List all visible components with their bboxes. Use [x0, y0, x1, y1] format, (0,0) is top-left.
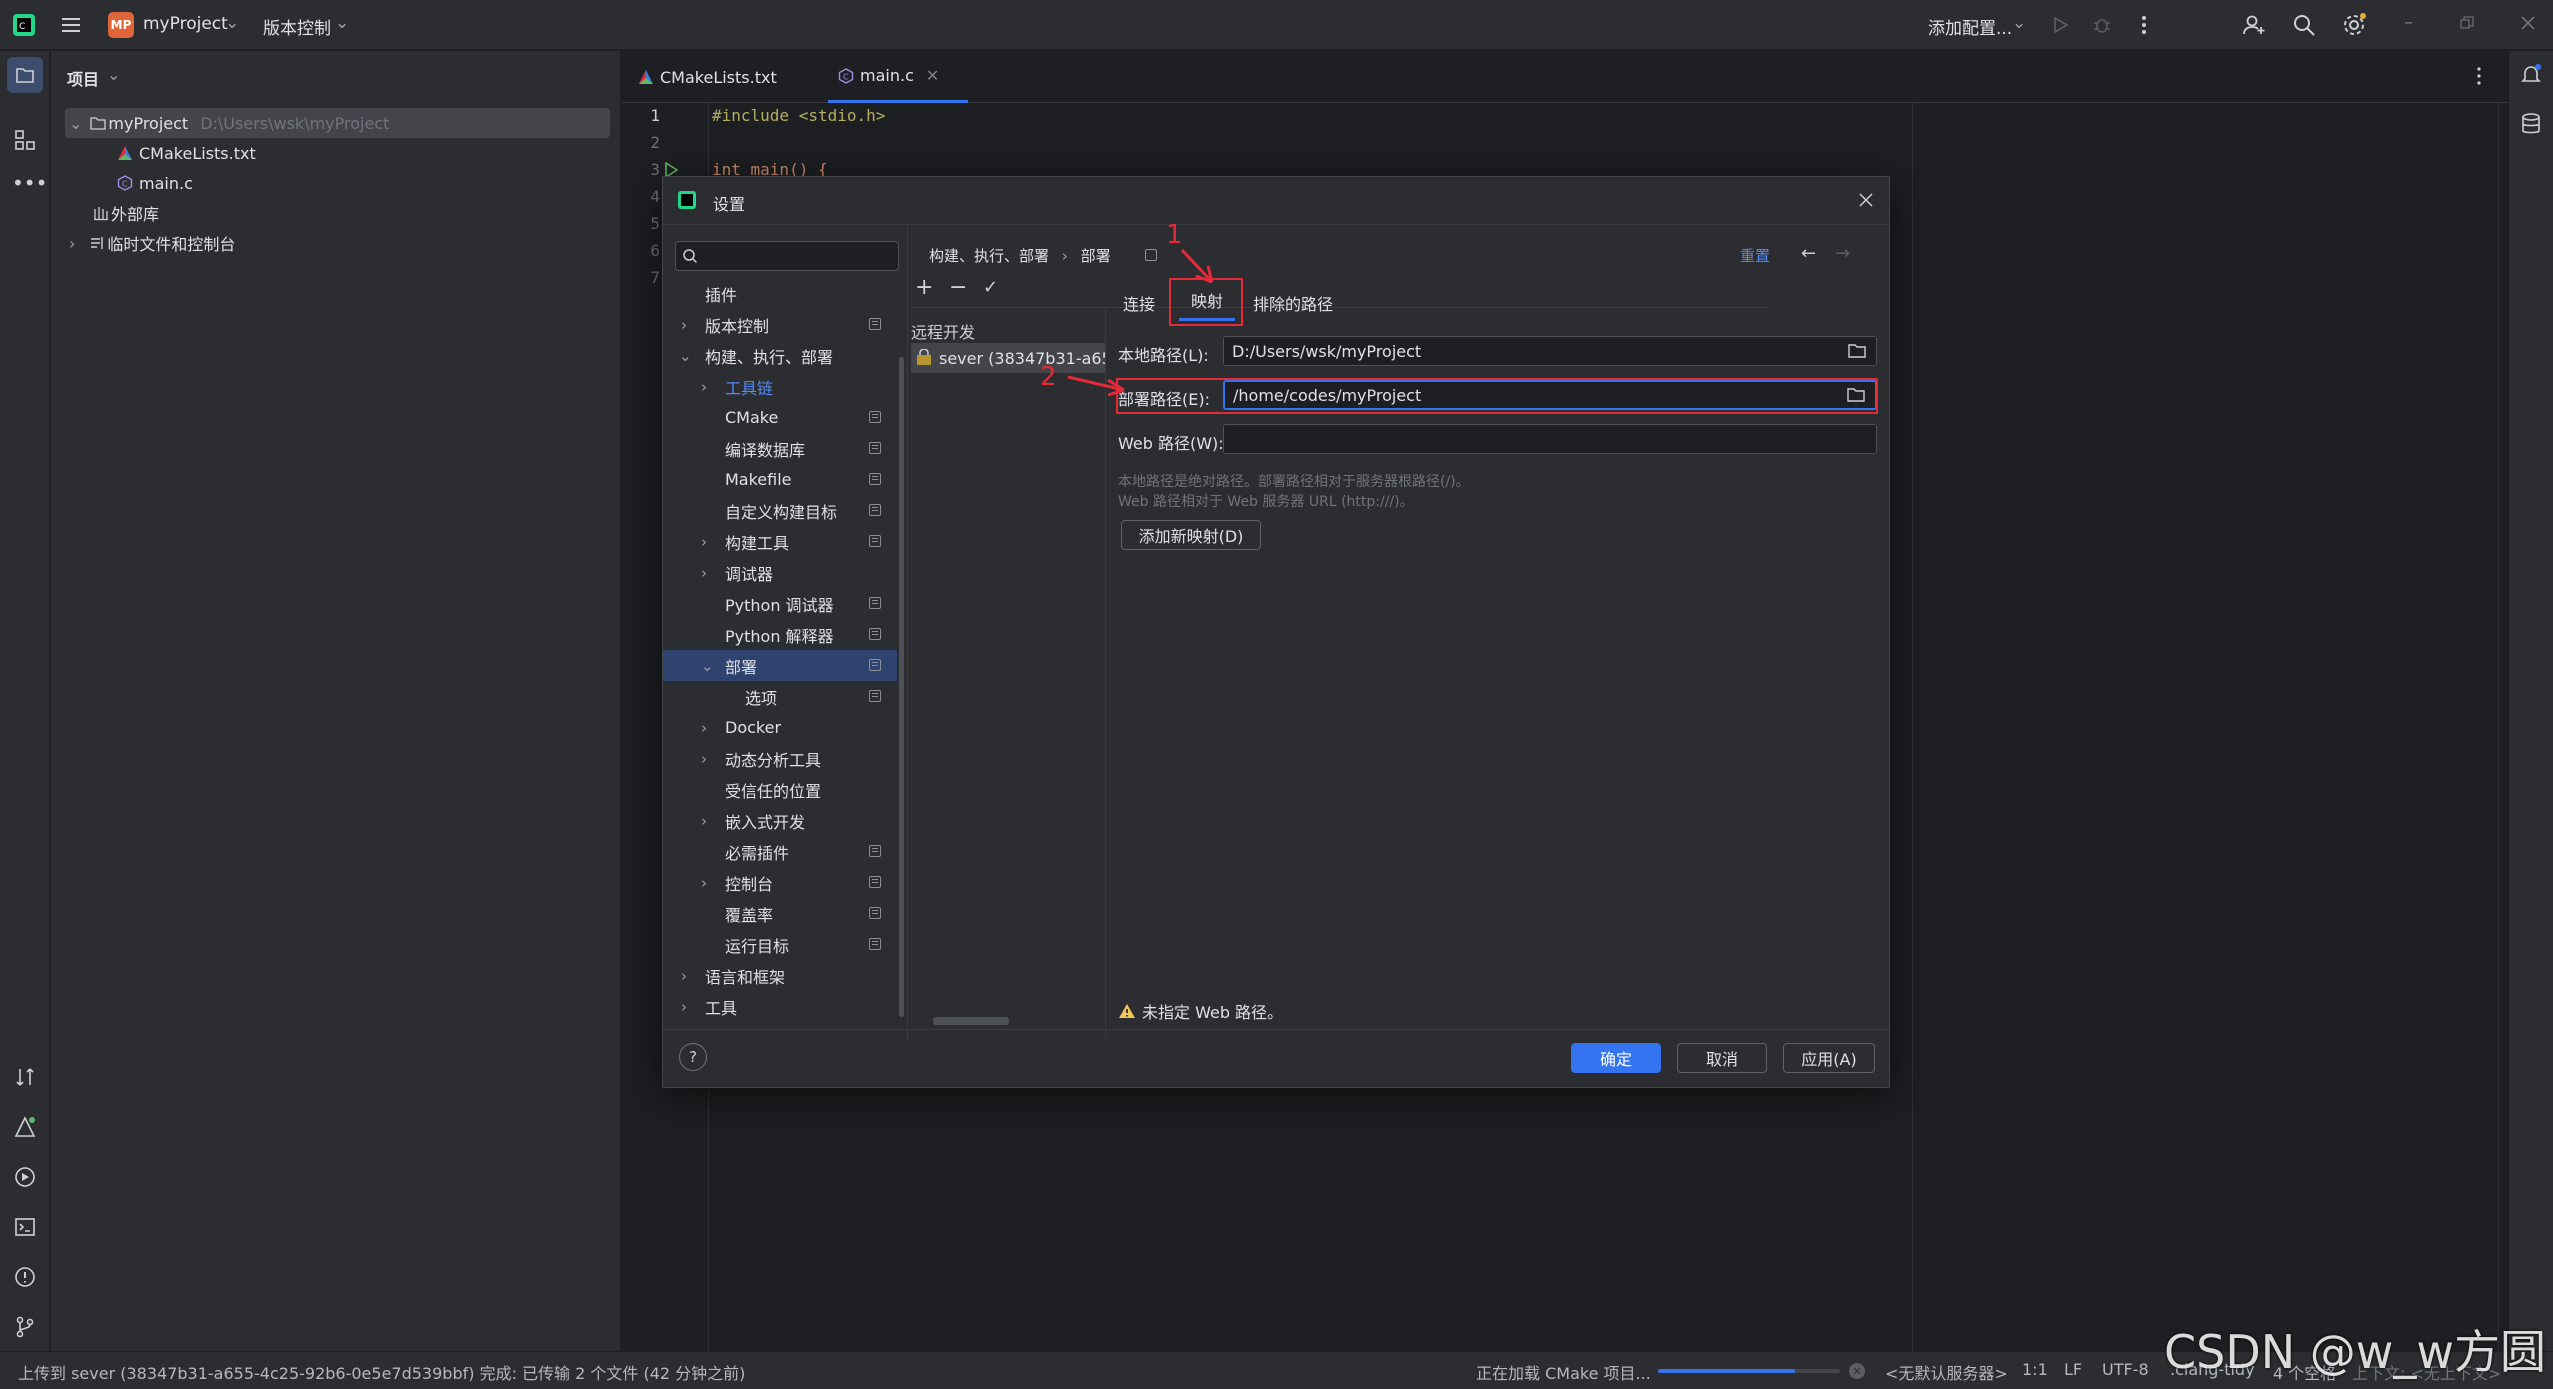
annotation-arrows	[1067, 248, 1214, 397]
watermark: CSDN @w_w方圆	[2164, 1325, 2547, 1379]
cancel-task-icon[interactable]: ✕	[1849, 1363, 1865, 1379]
status-message[interactable]: 上传到 sever (38347b31-a655-4c25-92b6-0e5e7…	[18, 1360, 745, 1384]
file-encoding[interactable]: UTF-8	[2102, 1360, 2149, 1379]
caret-position[interactable]: 1:1	[2022, 1360, 2048, 1379]
deployment-server-widget[interactable]: <无默认服务器>	[1885, 1360, 2008, 1384]
background-task-progress	[1658, 1369, 1840, 1373]
line-separator[interactable]: LF	[2064, 1360, 2082, 1379]
background-task-label[interactable]: 正在加载 CMake 项目...	[1476, 1360, 1651, 1384]
